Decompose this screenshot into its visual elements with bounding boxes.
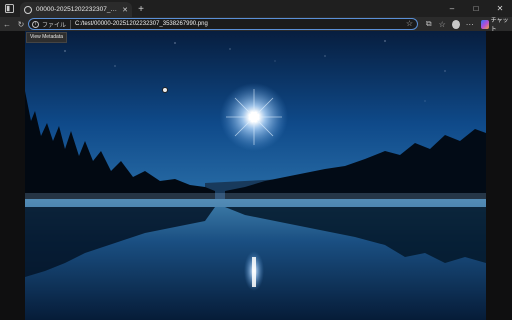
scheme-label: ファイル: [42, 19, 72, 29]
tab-close-icon[interactable]: ✕: [122, 6, 128, 14]
back-icon[interactable]: ←: [0, 17, 14, 31]
tab-title: 00000-2025120223230​7_3538267...: [36, 6, 119, 13]
refresh-icon[interactable]: ↻: [14, 17, 28, 31]
page-content: [0, 31, 512, 320]
toolbar: ← ↻ i ファイル C:/test/00000-20251202232307_…: [0, 17, 512, 33]
new-tab-icon[interactable]: +: [134, 2, 148, 16]
copilot-icon: [480, 19, 489, 29]
moon-lake-image: [25, 31, 486, 320]
tab-favicon-icon: [24, 5, 32, 14]
more-icon[interactable]: ⋯: [463, 17, 476, 31]
address-bar[interactable]: i ファイル C:/test/00000-20251202232307_3538…: [28, 18, 418, 30]
tab-strip: 00000-2025120223230​7_3538267... ✕ + – □…: [0, 0, 512, 17]
window-menu-icon[interactable]: [2, 1, 16, 15]
info-icon[interactable]: i: [32, 20, 39, 28]
mouse-cursor: [162, 87, 168, 93]
collections-icon[interactable]: ☆: [435, 17, 448, 31]
profile-avatar[interactable]: [451, 19, 461, 29]
view-metadata-tooltip: View Metadata: [26, 32, 67, 43]
active-tab[interactable]: 00000-2025120223230​7_3538267... ✕: [20, 2, 132, 17]
extensions-icon[interactable]: ⧉: [422, 17, 435, 31]
url-text[interactable]: C:/test/00000-20251202232307_3538267990.…: [75, 21, 208, 27]
minimize-button[interactable]: –: [440, 0, 464, 17]
star-icon[interactable]: ☆: [406, 19, 413, 29]
toolbar-right: ⧉ ☆ ⋯ チャット: [422, 17, 512, 33]
